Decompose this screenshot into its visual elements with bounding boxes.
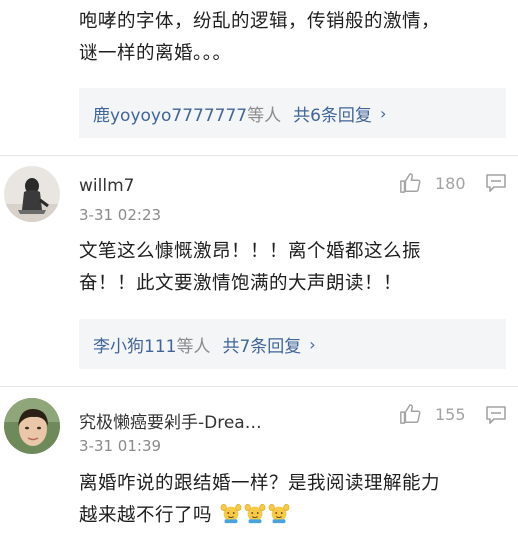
- reply-button[interactable]: [486, 406, 506, 428]
- reply-count[interactable]: 共7条回复: [222, 332, 301, 357]
- username[interactable]: 究极懒癌要剁手-Drea…: [79, 408, 262, 433]
- like-count: 180: [435, 173, 466, 193]
- avatar[interactable]: [4, 166, 60, 222]
- comment-bubble-icon: [486, 406, 506, 424]
- comment-text-line: 奋！！此文要激情饱满的大声朗读！！: [79, 273, 403, 294]
- hands-up-emoji: [221, 504, 242, 524]
- comment-text-line: 谜一样的离婚。。。: [79, 43, 232, 64]
- hands-up-emoji: [245, 504, 266, 524]
- hands-up-emoji: [269, 504, 290, 524]
- avatar-image: [4, 398, 60, 454]
- timestamp: 3-31 02:23: [79, 206, 162, 224]
- comment-divider: [0, 155, 518, 156]
- comment-text-line: 离婚咋说的跟结婚一样？是我阅读理解能力: [79, 473, 441, 494]
- comment-text-line: 咆哮的字体，纷乱的逻辑，传销般的激情，: [79, 11, 441, 32]
- like-count: 155: [435, 404, 466, 424]
- reply-names[interactable]: 鹿yoyoyo7777777: [93, 101, 247, 126]
- avatar-image: [4, 166, 60, 222]
- reply-suffix: 等人: [247, 105, 282, 126]
- reply-names[interactable]: 李小狗111: [93, 332, 176, 357]
- chevron-right-icon: ›: [379, 103, 387, 123]
- thumbs-up-icon: [400, 173, 421, 193]
- comment-body-2: 离婚咋说的跟结婚一样？是我阅读理解能力 越来越不行了吗: [79, 468, 514, 532]
- comment-body-1: 文笔这么慷慨激昂！！！离个婚都这么振 奋！！此文要激情饱满的大声朗读！！: [79, 236, 509, 300]
- reply-count[interactable]: 共6条回复: [293, 101, 372, 126]
- reply-suffix: 等人: [176, 336, 211, 357]
- chevron-right-icon: ›: [309, 334, 316, 354]
- avatar[interactable]: [4, 398, 60, 454]
- like-button[interactable]: 180: [399, 172, 466, 194]
- comment-text-line: 越来越不行了吗: [79, 505, 213, 526]
- comment-text-line-with-emoji: 越来越不行了吗: [79, 500, 514, 532]
- reply-summary-0[interactable]: 鹿yoyoyo7777777 等人 共6条回复 ›: [79, 88, 506, 138]
- reply-button[interactable]: [486, 174, 506, 196]
- timestamp: 3-31 01:39: [79, 437, 162, 455]
- like-button[interactable]: 155: [399, 403, 466, 425]
- comment-divider: [0, 386, 518, 387]
- username[interactable]: willm7: [79, 176, 134, 196]
- comment-bubble-icon: [486, 174, 506, 192]
- reply-summary-1[interactable]: 李小狗111 等人 共7条回复 ›: [79, 319, 506, 369]
- comment-body-0: 咆哮的字体，纷乱的逻辑，传销般的激情， 谜一样的离婚。。。: [79, 6, 509, 70]
- comment-text-line: 文笔这么慷慨激昂！！！离个婚都这么振: [79, 241, 422, 262]
- thumbs-up-icon: [400, 404, 421, 424]
